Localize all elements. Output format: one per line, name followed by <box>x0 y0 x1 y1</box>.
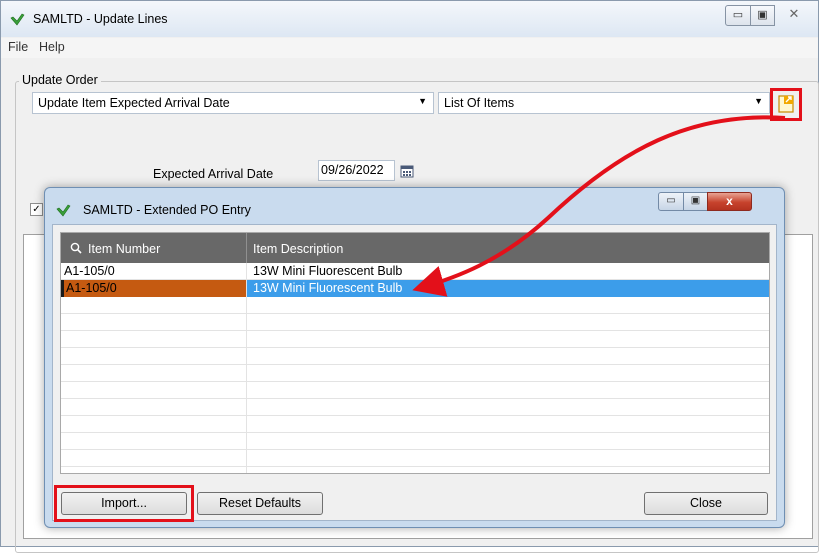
app-check-icon <box>10 13 25 26</box>
menu-file[interactable]: File <box>8 40 28 54</box>
dialog-close-x-button[interactable]: x <box>707 192 752 211</box>
items-grid[interactable]: Item Number Item Description A1-105/0 13… <box>60 232 770 474</box>
empty-row <box>61 297 769 314</box>
expected-arrival-field[interactable]: 09/26/2022 <box>318 160 395 181</box>
table-row[interactable]: A1-105/0 13W Mini Fluorescent Bulb <box>61 263 769 280</box>
menu-help[interactable]: Help <box>39 40 65 54</box>
item-source-select[interactable]: List Of Items ▼ <box>438 92 770 114</box>
highlight-import-button <box>54 485 194 522</box>
window-title: SAMLTD - Update Lines <box>33 12 168 26</box>
option-checkbox[interactable]: ✓ <box>30 203 43 216</box>
empty-row <box>61 382 769 399</box>
menu-bar: File Help <box>1 38 818 58</box>
empty-row <box>61 399 769 416</box>
dialog-title: SAMLTD - Extended PO Entry <box>83 203 251 217</box>
app-check-icon <box>56 204 71 217</box>
update-action-value: Update Item Expected Arrival Date <box>38 96 230 110</box>
maximize-button[interactable]: ▣ <box>750 5 775 26</box>
cell-item-description: 13W Mini Fluorescent Bulb <box>253 264 403 278</box>
empty-row <box>61 433 769 450</box>
dialog-maximize-button[interactable]: ▣ <box>683 192 708 211</box>
cell-item-description: 13W Mini Fluorescent Bulb <box>253 281 403 295</box>
column-separator[interactable] <box>246 233 247 263</box>
empty-row <box>61 416 769 433</box>
group-label: Update Order <box>19 73 101 87</box>
reset-defaults-button[interactable]: Reset Defaults <box>197 492 323 515</box>
expected-arrival-label: Expected Arrival Date <box>153 167 274 181</box>
cell-cursor <box>61 280 64 297</box>
dropdown-arrow-icon: ▼ <box>754 96 763 106</box>
close-button[interactable]: ✕ <box>774 5 814 26</box>
empty-row <box>61 348 769 365</box>
grid-header: Item Number Item Description <box>61 233 769 263</box>
table-row-selected[interactable]: A1-105/0 13W Mini Fluorescent Bulb <box>61 280 769 297</box>
close-button[interactable]: Close <box>644 492 768 515</box>
dropdown-arrow-icon: ▼ <box>418 96 427 106</box>
highlight-extended-icon <box>770 88 802 121</box>
empty-row <box>61 331 769 348</box>
cell-item-number: A1-105/0 <box>64 264 115 278</box>
extended-po-dialog: SAMLTD - Extended PO Entry ▭ ▣ x Item Nu… <box>44 187 785 528</box>
dialog-minimize-button[interactable]: ▭ <box>658 192 684 211</box>
title-bar: SAMLTD - Update Lines ▭ ▣ ✕ <box>1 1 818 37</box>
empty-row <box>61 365 769 382</box>
column-header-item-number[interactable]: Item Number <box>88 242 160 256</box>
item-source-value: List Of Items <box>444 96 515 110</box>
empty-row <box>61 314 769 331</box>
search-icon[interactable] <box>70 242 82 254</box>
update-action-select[interactable]: Update Item Expected Arrival Date ▼ <box>32 92 434 114</box>
cell-item-number: A1-105/0 <box>66 281 117 295</box>
column-header-item-description[interactable]: Item Description <box>253 242 343 256</box>
empty-row <box>61 450 769 467</box>
calendar-icon[interactable] <box>400 164 414 178</box>
minimize-button[interactable]: ▭ <box>725 5 751 26</box>
